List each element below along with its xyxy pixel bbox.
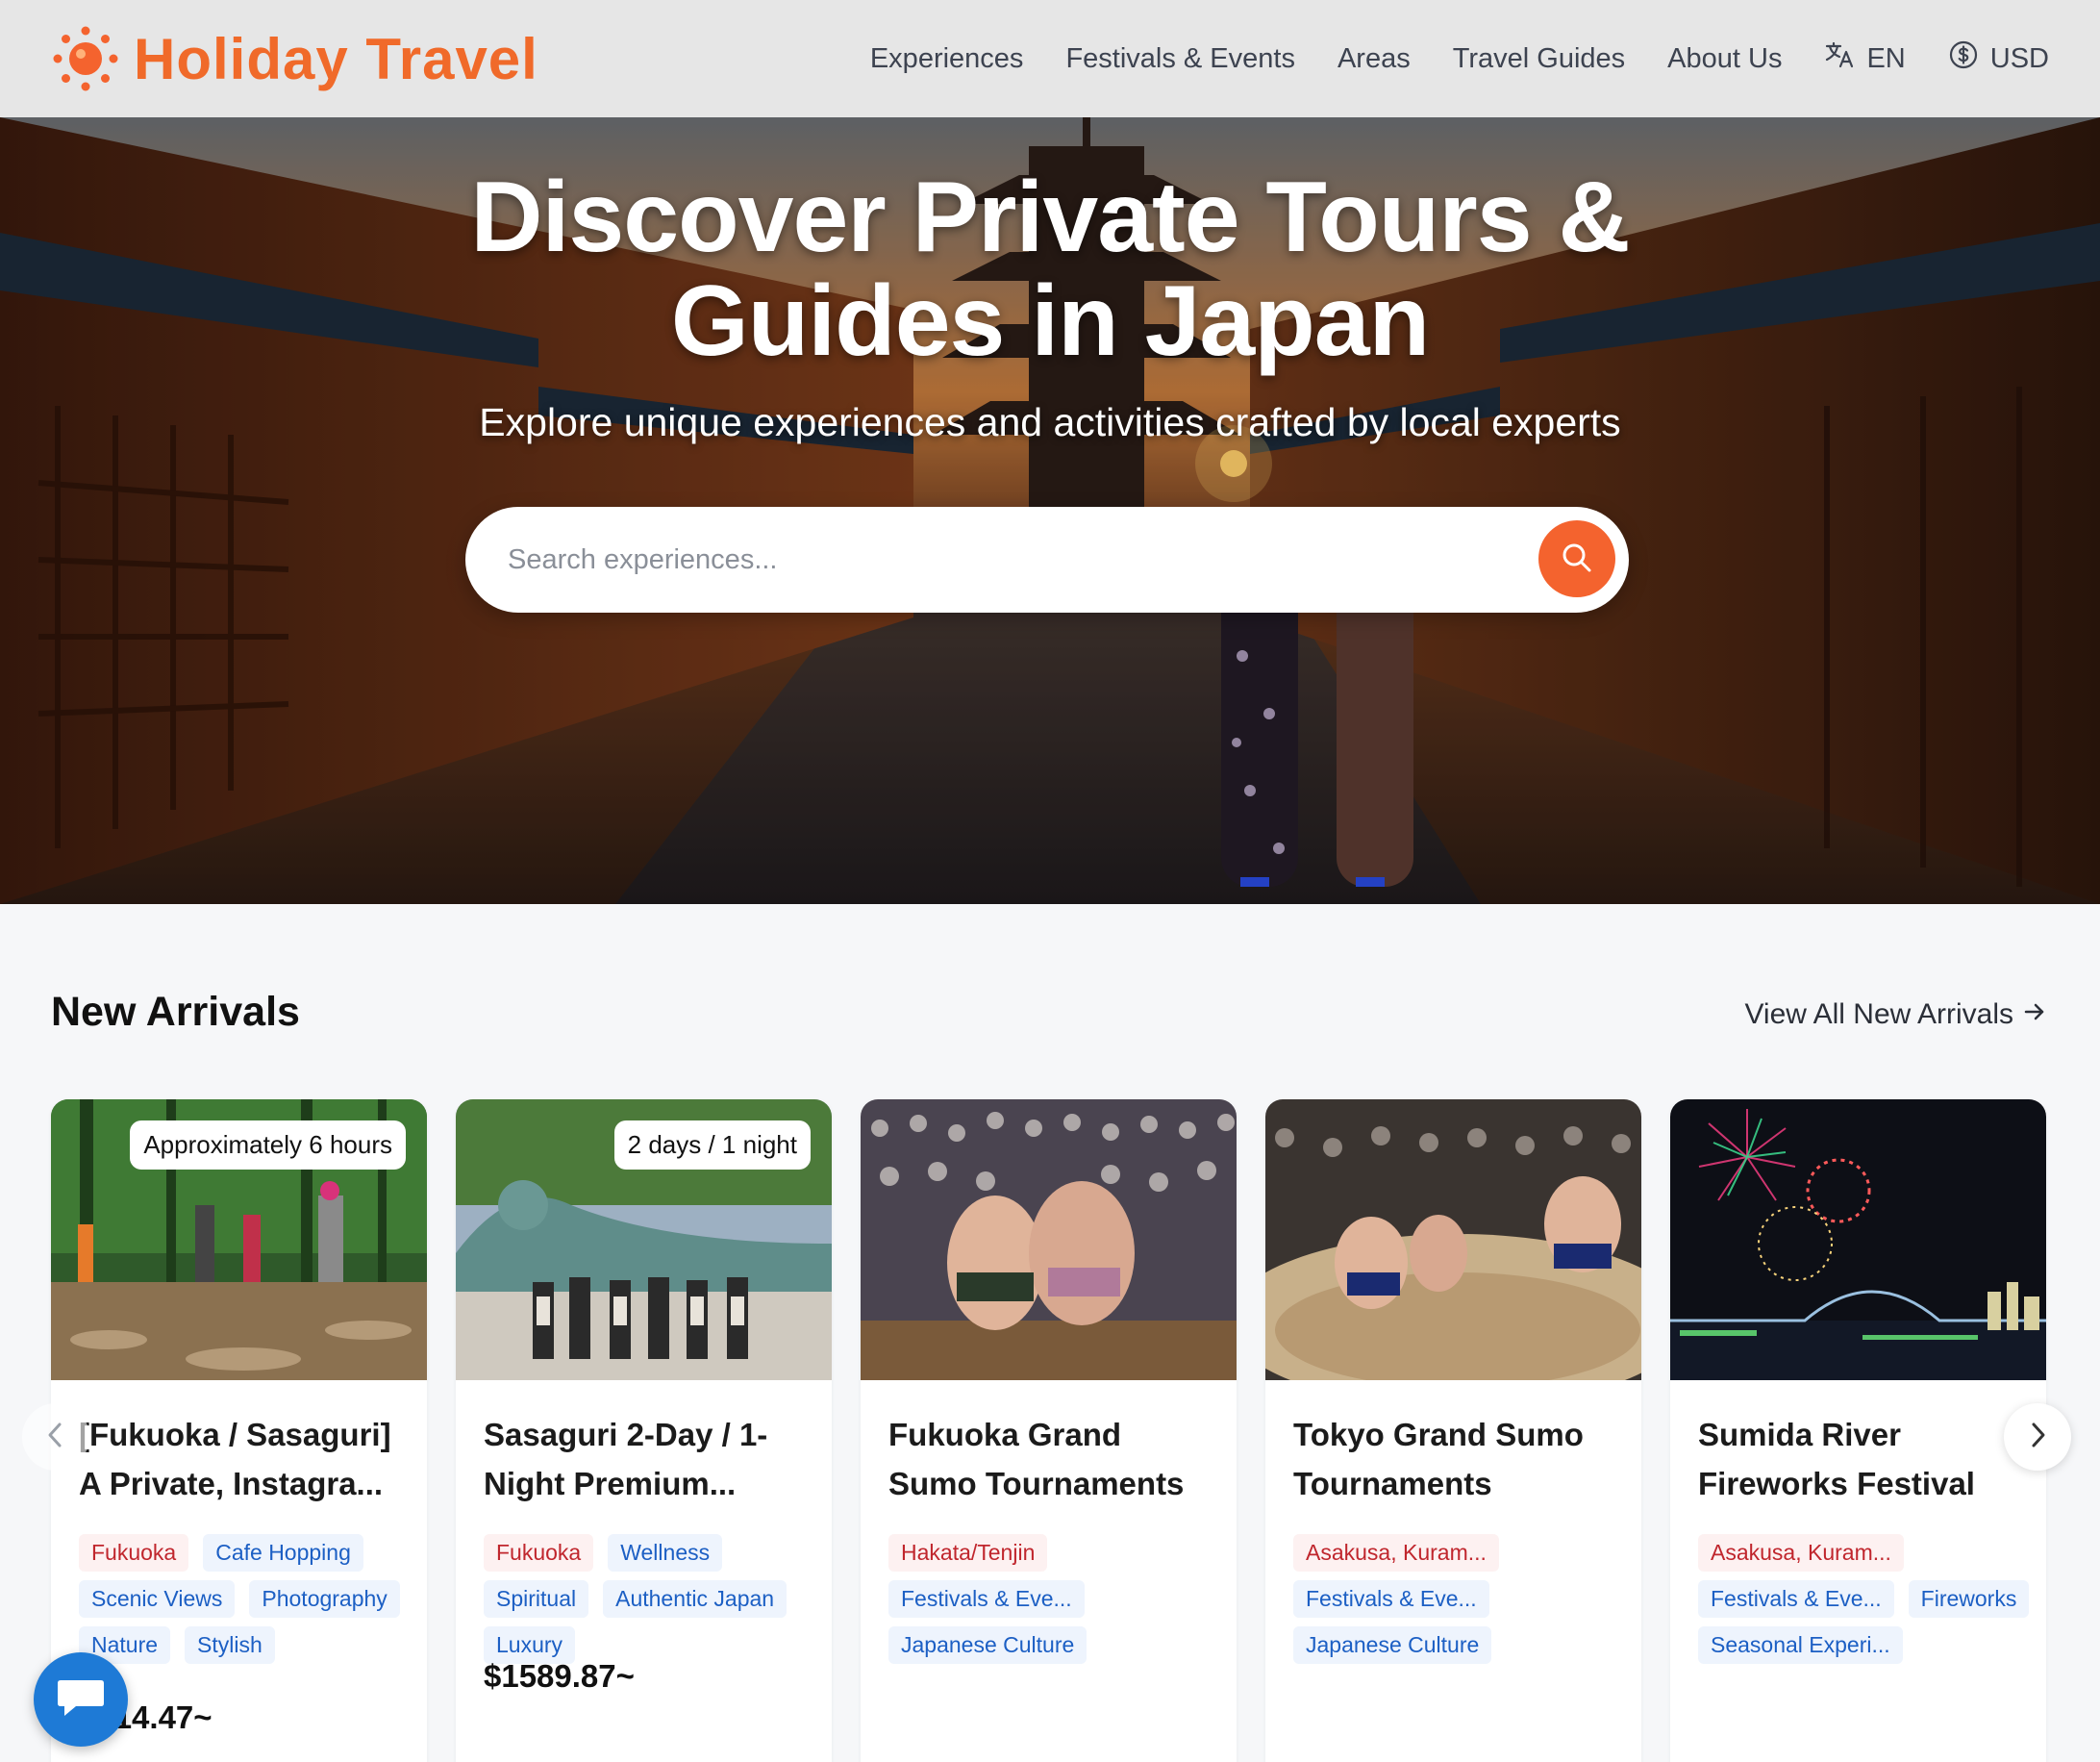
card-title[interactable]: Fukuoka Grand Sumo Tournaments — [888, 1410, 1215, 1508]
category-tag[interactable]: Festivals & Eve... — [888, 1580, 1085, 1618]
duration-badge: Approximately 6 hours — [130, 1120, 406, 1170]
new-arrivals-carousel: Approximately 6 hours [Fukuoka / Sasagur… — [51, 1099, 2047, 1762]
category-tag[interactable]: Japanese Culture — [888, 1626, 1088, 1664]
location-tag[interactable]: Asakusa, Kuram... — [1698, 1534, 1904, 1572]
sun-logo-icon — [51, 24, 120, 93]
category-tag[interactable]: Festivals & Eve... — [1698, 1580, 1894, 1618]
experience-card[interactable]: Tokyo Grand Sumo Tournaments Asakusa, Ku… — [1265, 1099, 1641, 1762]
card-title[interactable]: Tokyo Grand Sumo Tournaments — [1293, 1410, 1620, 1508]
category-tag[interactable]: Authentic Japan — [603, 1580, 788, 1618]
logo[interactable]: Holiday Travel — [51, 24, 538, 93]
category-tag[interactable]: Fireworks — [1908, 1580, 2030, 1618]
search-button[interactable] — [1538, 520, 1615, 597]
tag-list: Hakata/Tenjin Festivals & Eve... Japanes… — [888, 1534, 1220, 1664]
nav-festivals-events[interactable]: Festivals & Events — [1065, 43, 1295, 75]
experience-card[interactable]: Fukuoka Grand Sumo Tournaments Hakata/Te… — [861, 1099, 1237, 1762]
language-label: EN — [1866, 42, 1906, 74]
main-nav: Experiences Festivals & Events Areas Tra… — [870, 39, 2049, 78]
translate-icon — [1824, 39, 1855, 78]
hero-banner: Discover Private Tours & Guides in Japan… — [0, 117, 2100, 904]
carousel-prev-button[interactable] — [22, 1403, 89, 1471]
category-tag[interactable]: Scenic Views — [79, 1580, 236, 1618]
dollar-circle-icon — [1948, 39, 1979, 78]
duration-badge: 2 days / 1 night — [613, 1120, 811, 1170]
location-tag[interactable]: Fukuoka — [484, 1534, 594, 1572]
currency-selector[interactable]: USD — [1948, 39, 2049, 78]
section-title: New Arrivals — [51, 989, 300, 1035]
card-image: 2 days / 1 night — [456, 1099, 832, 1380]
search-icon — [1561, 541, 1593, 577]
language-selector[interactable]: EN — [1824, 39, 1906, 78]
category-tag[interactable]: Seasonal Experi... — [1698, 1626, 1903, 1664]
tag-list: Fukuoka Cafe Hopping Scenic Views Photog… — [79, 1534, 411, 1664]
card-image — [861, 1099, 1237, 1380]
view-all-label: View All New Arrivals — [1744, 998, 2013, 1030]
tag-list: Asakusa, Kuram... Festivals & Eve... Fir… — [1698, 1534, 2030, 1664]
location-tag[interactable]: Hakata/Tenjin — [888, 1534, 1048, 1572]
search-bar — [465, 507, 1629, 613]
card-title[interactable]: Sasaguri 2-Day / 1-Night Premium... — [484, 1410, 811, 1508]
currency-label: USD — [1989, 42, 2049, 74]
tag-list: Fukuoka Wellness Spiritual Authentic Jap… — [484, 1534, 815, 1664]
search-input[interactable] — [508, 536, 1469, 584]
hero-title-line1: Discover Private Tours & — [470, 162, 1630, 273]
category-tag[interactable]: Stylish — [185, 1626, 275, 1664]
tag-list: Asakusa, Kuram... Festivals & Eve... Jap… — [1293, 1534, 1625, 1664]
hero-subtitle: Explore unique experiences and activitie… — [479, 400, 1621, 444]
category-tag[interactable]: Spiritual — [484, 1580, 589, 1618]
hero-title: Discover Private Tours & Guides in Japan — [0, 165, 2100, 373]
price: $1589.87~ — [484, 1658, 635, 1694]
chat-button[interactable] — [34, 1652, 128, 1747]
carousel-next-button[interactable] — [2004, 1403, 2071, 1471]
card-title[interactable]: [Fukuoka / Sasaguri] A Private, Instagra… — [79, 1410, 406, 1508]
hero-title-line2: Guides in Japan — [670, 265, 1430, 377]
view-all-link[interactable]: View All New Arrivals — [1744, 998, 2046, 1031]
brand-name: Holiday Travel — [134, 26, 538, 91]
nav-travel-guides[interactable]: Travel Guides — [1453, 43, 1625, 75]
experience-card[interactable]: 2 days / 1 night Sasaguri 2-Day / 1-Nigh… — [456, 1099, 832, 1762]
location-tag[interactable]: Fukuoka — [79, 1534, 189, 1572]
chat-icon — [55, 1674, 107, 1725]
card-image — [1670, 1099, 2046, 1380]
category-tag[interactable]: Photography — [249, 1580, 400, 1618]
location-tag[interactable]: Asakusa, Kuram... — [1293, 1534, 1499, 1572]
experience-card[interactable]: Sumida River Fireworks Festival Asakusa,… — [1670, 1099, 2046, 1762]
chevron-left-icon — [45, 1421, 66, 1454]
card-image — [1265, 1099, 1641, 1380]
nav-about-us[interactable]: About Us — [1667, 43, 1782, 75]
site-header: Holiday Travel Experiences Festivals & E… — [0, 0, 2100, 117]
category-tag[interactable]: Cafe Hopping — [203, 1534, 363, 1572]
chevron-right-icon — [2027, 1421, 2048, 1454]
category-tag[interactable]: Wellness — [608, 1534, 723, 1572]
nav-experiences[interactable]: Experiences — [870, 43, 1024, 75]
card-title[interactable]: Sumida River Fireworks Festival — [1698, 1410, 2025, 1508]
arrow-right-icon — [2023, 998, 2046, 1031]
category-tag[interactable]: Japanese Culture — [1293, 1626, 1492, 1664]
category-tag[interactable]: Festivals & Eve... — [1293, 1580, 1489, 1618]
card-image: Approximately 6 hours — [51, 1099, 427, 1380]
nav-areas[interactable]: Areas — [1338, 43, 1411, 75]
